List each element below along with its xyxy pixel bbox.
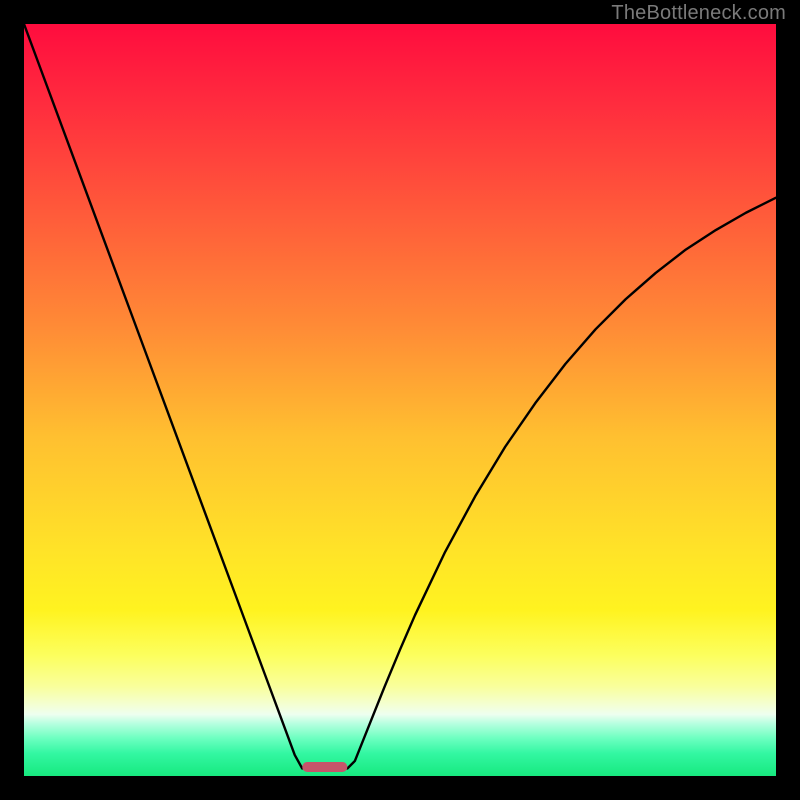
gradient-background <box>24 24 776 776</box>
watermark-text: TheBottleneck.com <box>611 2 786 25</box>
bottleneck-chart <box>24 24 776 776</box>
chart-frame: TheBottleneck.com <box>0 0 800 800</box>
optimal-range-marker <box>302 762 347 772</box>
